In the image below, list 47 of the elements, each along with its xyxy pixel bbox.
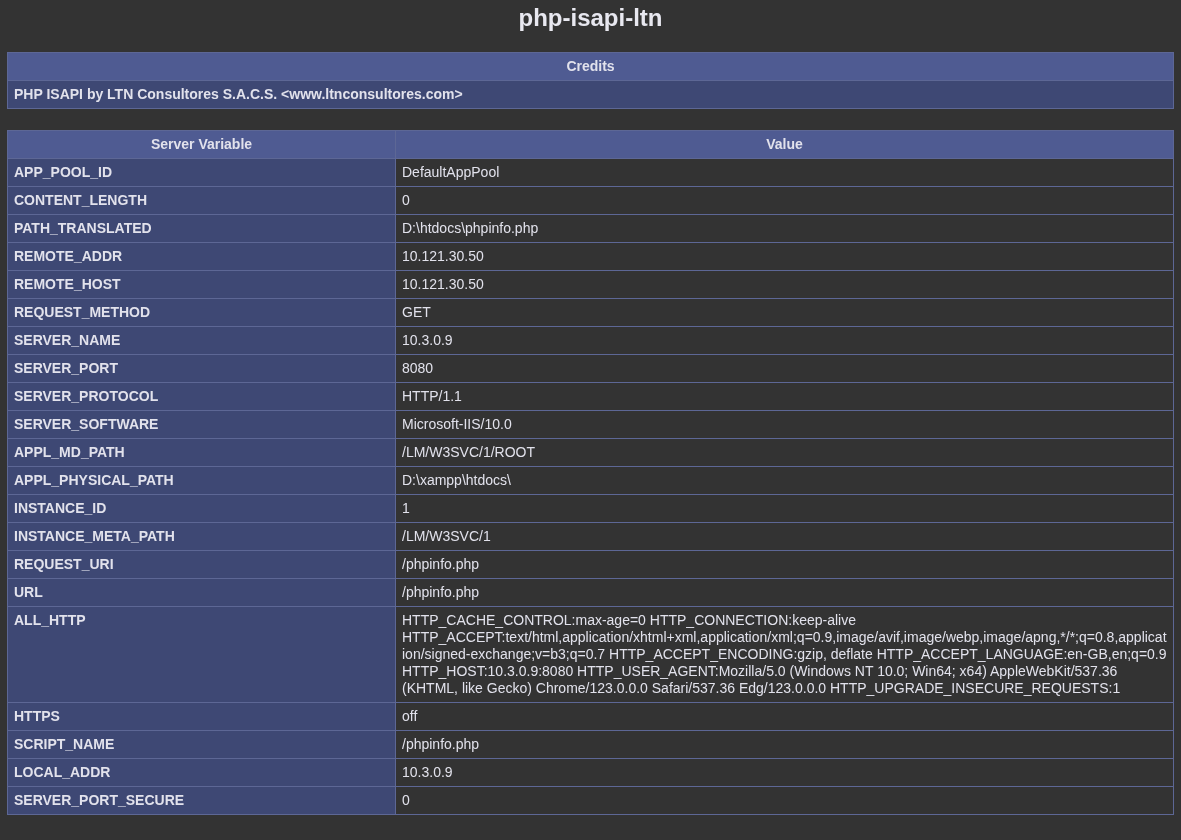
variable-value: Microsoft-IIS/10.0 [395, 410, 1174, 439]
column-header: Server Variable [7, 130, 396, 159]
variable-name: APP_POOL_ID [7, 158, 396, 187]
variable-value: off [395, 702, 1174, 731]
variable-name: HTTPS [7, 702, 396, 731]
variable-value: HTTP/1.1 [395, 382, 1174, 411]
variable-value: D:\htdocs\phpinfo.php [395, 214, 1174, 243]
variable-value: /phpinfo.php [395, 550, 1174, 579]
credits-text: PHP ISAPI by LTN Consultores S.A.C.S. <www.ltnconsultores.com> [7, 80, 1174, 109]
variable-value: /LM/W3SVC/1/ROOT [395, 438, 1174, 467]
variable-value: 8080 [395, 354, 1174, 383]
table-header: Credits [7, 52, 1174, 81]
variable-name: SERVER_SOFTWARE [7, 410, 396, 439]
variable-name: INSTANCE_ID [7, 494, 396, 523]
variable-name: SERVER_PORT [7, 354, 396, 383]
variable-name: SERVER_PORT_SECURE [7, 786, 396, 815]
variable-name: URL [7, 578, 396, 607]
variable-value: 10.121.30.50 [395, 242, 1174, 271]
variable-value: HTTP_CACHE_CONTROL:max-age=0 HTTP_CONNECTION:keep-alive HTTP_ACCEPT:text/html,application/xhtml+xml,application/xml;q=0.9,image/avif,image/webp,image/apng,*/*;q=0.8,application/signed-exchange;v=b3;q=0.7 HTTP_ACCEPT_ENCODING:gzip, deflate HTTP_ACCEPT_LANGUAGE:en-GB,en;q=0.9 HTTP_HOST:10.3.0.9:8080 HTTP_USER_AGENT:Mozilla/5.0 (Windows NT 10.0; Win64; x64) AppleWebKit/537.36 (KHTML, like Gecko) Chrome/123.0.0.0 Safari/537.36 Edg/123.0.0.0 HTTP_UPGRADE_INSECURE_REQUESTS:1 [395, 606, 1174, 703]
variable-name: SERVER_PROTOCOL [7, 382, 396, 411]
variable-name: PATH_TRANSLATED [7, 214, 396, 243]
variable-value: D:\xampp\htdocs\ [395, 466, 1174, 495]
variable-value: 10.121.30.50 [395, 270, 1174, 299]
variable-value: 10.3.0.9 [395, 758, 1174, 787]
page-title: php-isapi-ltn [517, 3, 664, 33]
variable-value: 0 [395, 786, 1174, 815]
variable-value: DefaultAppPool [395, 158, 1174, 187]
variable-value: 0 [395, 186, 1174, 215]
variable-name: LOCAL_ADDR [7, 758, 396, 787]
variable-value: 10.3.0.9 [395, 326, 1174, 355]
variable-name: APPL_MD_PATH [7, 438, 396, 467]
variable-name: INSTANCE_META_PATH [7, 522, 396, 551]
variable-name: SCRIPT_NAME [7, 730, 396, 759]
variable-name: REQUEST_URI [7, 550, 396, 579]
variable-value: /LM/W3SVC/1 [395, 522, 1174, 551]
variable-value: /phpinfo.php [395, 730, 1174, 759]
column-header: Value [395, 130, 1174, 159]
variable-value: 1 [395, 494, 1174, 523]
variable-name: CONTENT_LENGTH [7, 186, 396, 215]
variable-value: GET [395, 298, 1174, 327]
variable-name: ALL_HTTP [7, 606, 396, 703]
variable-name: REQUEST_METHOD [7, 298, 396, 327]
variable-name: SERVER_NAME [7, 326, 396, 355]
variable-name: REMOTE_HOST [7, 270, 396, 299]
variable-value: /phpinfo.php [395, 578, 1174, 607]
variable-name: APPL_PHYSICAL_PATH [7, 466, 396, 495]
variable-name: REMOTE_ADDR [7, 242, 396, 271]
